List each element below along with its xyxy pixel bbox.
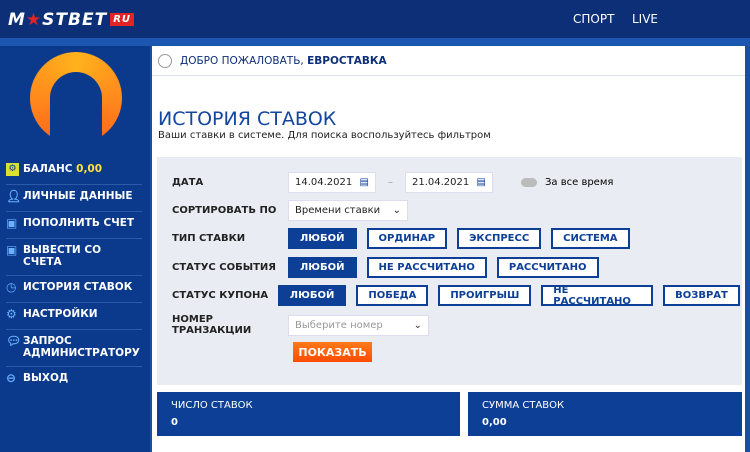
- sidebar-item-history[interactable]: ◷ ИСТОРИЯ СТАВОК: [6, 276, 142, 303]
- nav-sport[interactable]: СПОРТ: [573, 12, 614, 26]
- coupon-any-button[interactable]: ЛЮБОЙ: [277, 285, 347, 306]
- type-system-button[interactable]: СИСТЕМА: [551, 228, 630, 249]
- sidebar-item-personal[interactable]: 👤︎ ЛИЧНЫЕ ДАННЫЕ: [6, 185, 142, 212]
- chat-icon: 💬︎: [6, 334, 22, 348]
- header-strip: [0, 38, 750, 46]
- transaction-label: НОМЕР ТРАНЗАКЦИИ: [172, 314, 252, 336]
- type-any-button[interactable]: ЛЮБОЙ: [288, 228, 357, 249]
- chevron-down-icon: ⌄: [413, 319, 422, 331]
- sidebar-menu: ⚙ БАЛАНС 0,00 👤︎ ЛИЧНЫЕ ДАННЫЕ ▣ ПОПОЛНИТЬ …: [6, 158, 142, 394]
- logo[interactable]: M★STBET RU: [8, 10, 135, 30]
- all-time-toggle[interactable]: [521, 178, 537, 187]
- sidebar-item-admin[interactable]: 💬︎ ЗАПРОС АДМИНИСТРАТОРУ: [6, 330, 142, 367]
- chevron-down-icon: ⌄: [392, 205, 401, 216]
- main-content: ДОБРО ПОЖАЛОВАТЬ, ЕВРОСТАВКА ИСТОРИЯ СТА…: [152, 46, 745, 452]
- event-any-button[interactable]: ЛЮБОЙ: [288, 257, 357, 278]
- sidebar-item-withdraw[interactable]: ▣ ВЫВЕСТИ СО СЧЕТА: [6, 239, 142, 276]
- bet-type-label: ТИП СТАВКИ: [172, 233, 246, 244]
- withdraw-icon: ▣: [6, 243, 18, 257]
- transaction-select[interactable]: Выберите номер ⌄: [288, 314, 429, 336]
- wallet-icon: ⚙: [6, 163, 19, 176]
- sort-label: СОРТИРОВАТЬ ПО: [172, 205, 277, 216]
- coupon-status-label: СТАТУС КУПОНА: [172, 290, 269, 301]
- logout-icon: ⊖: [6, 371, 17, 385]
- coupon-win-button[interactable]: ПОБЕДА: [356, 285, 429, 306]
- user-circle-icon: [158, 53, 172, 68]
- bet-sum-card: СУММА СТАВОК 0,00: [468, 392, 742, 436]
- date-to-input[interactable]: 21.04.2021 ▤: [405, 172, 493, 193]
- bet-count-card: ЧИСЛО СТАВОК 0: [157, 392, 460, 436]
- coupon-loss-button[interactable]: ПРОИГРЫШ: [438, 285, 532, 306]
- nav-live[interactable]: LIVE: [632, 12, 658, 26]
- coupon-unsettled-button[interactable]: НЕ РАССЧИТАНО: [541, 285, 654, 307]
- sort-select[interactable]: Времени ставки ⌄: [288, 200, 408, 221]
- page-subtitle: Ваши ставки в системе. Для поиска воспол…: [158, 130, 491, 141]
- calendar-icon[interactable]: ▤: [360, 177, 369, 188]
- sidebar-item-logout[interactable]: ⊖ ВЫХОД: [6, 367, 142, 394]
- user-icon: 👤︎: [6, 189, 22, 203]
- event-settled-button[interactable]: РАССЧИТАНО: [496, 257, 599, 278]
- clock-icon: ◷: [6, 280, 17, 294]
- sidebar-item-deposit[interactable]: ▣ ПОПОЛНИТЬ СЧЕТ: [6, 212, 142, 239]
- date-from-input[interactable]: 14.04.2021 ▤: [288, 172, 376, 193]
- type-express-button[interactable]: ЭКСПРЕСС: [457, 228, 542, 249]
- event-unsettled-button[interactable]: НЕ РАССЧИТАНО: [366, 257, 487, 278]
- deposit-icon: ▣: [6, 216, 18, 230]
- page-title: ИСТОРИЯ СТАВОК: [158, 108, 337, 130]
- coupon-refund-button[interactable]: ВОЗВРАТ: [663, 285, 740, 306]
- type-single-button[interactable]: ОРДИНАР: [366, 228, 448, 249]
- sidebar-item-balance[interactable]: ⚙ БАЛАНС 0,00: [6, 158, 142, 185]
- event-status-label: СТАТУС СОБЫТИЯ: [172, 262, 276, 273]
- show-button[interactable]: ПОКАЗАТЬ: [293, 342, 372, 362]
- welcome-bar: ДОБРО ПОЖАЛОВАТЬ, ЕВРОСТАВКА: [152, 46, 745, 76]
- filter-panel: ДАТА 14.04.2021 ▤ – 21.04.2021 ▤ За все вр…: [157, 157, 742, 385]
- avatar[interactable]: [30, 52, 122, 144]
- calendar-icon[interactable]: ▤: [477, 177, 486, 188]
- all-time-label: За все время: [545, 177, 614, 188]
- date-label: ДАТА: [172, 177, 204, 188]
- date-separator: –: [388, 177, 393, 188]
- gear-icon: ⚙: [6, 307, 17, 321]
- sidebar-item-settings[interactable]: ⚙ НАСТРОЙКИ: [6, 303, 142, 330]
